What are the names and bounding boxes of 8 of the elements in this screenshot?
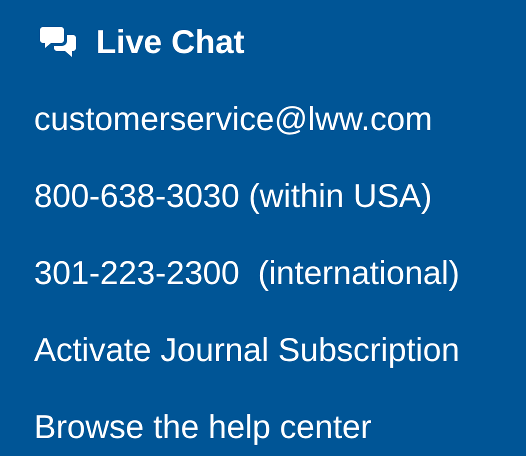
contact-link[interactable]: customerservice@lww.com bbox=[34, 99, 432, 139]
contact-link[interactable]: Browse the help center bbox=[34, 407, 372, 447]
contact-link[interactable]: Activate Journal Subscription bbox=[34, 330, 460, 370]
chat-bubbles-icon bbox=[40, 25, 78, 59]
live-chat-label[interactable]: Live Chat bbox=[96, 22, 245, 62]
live-chat-link[interactable]: Live Chat bbox=[34, 22, 245, 62]
contact-link[interactable]: 301-223-2300 (international) bbox=[34, 253, 460, 293]
contact-link[interactable]: 800-638-3030 (within USA) bbox=[34, 176, 432, 216]
